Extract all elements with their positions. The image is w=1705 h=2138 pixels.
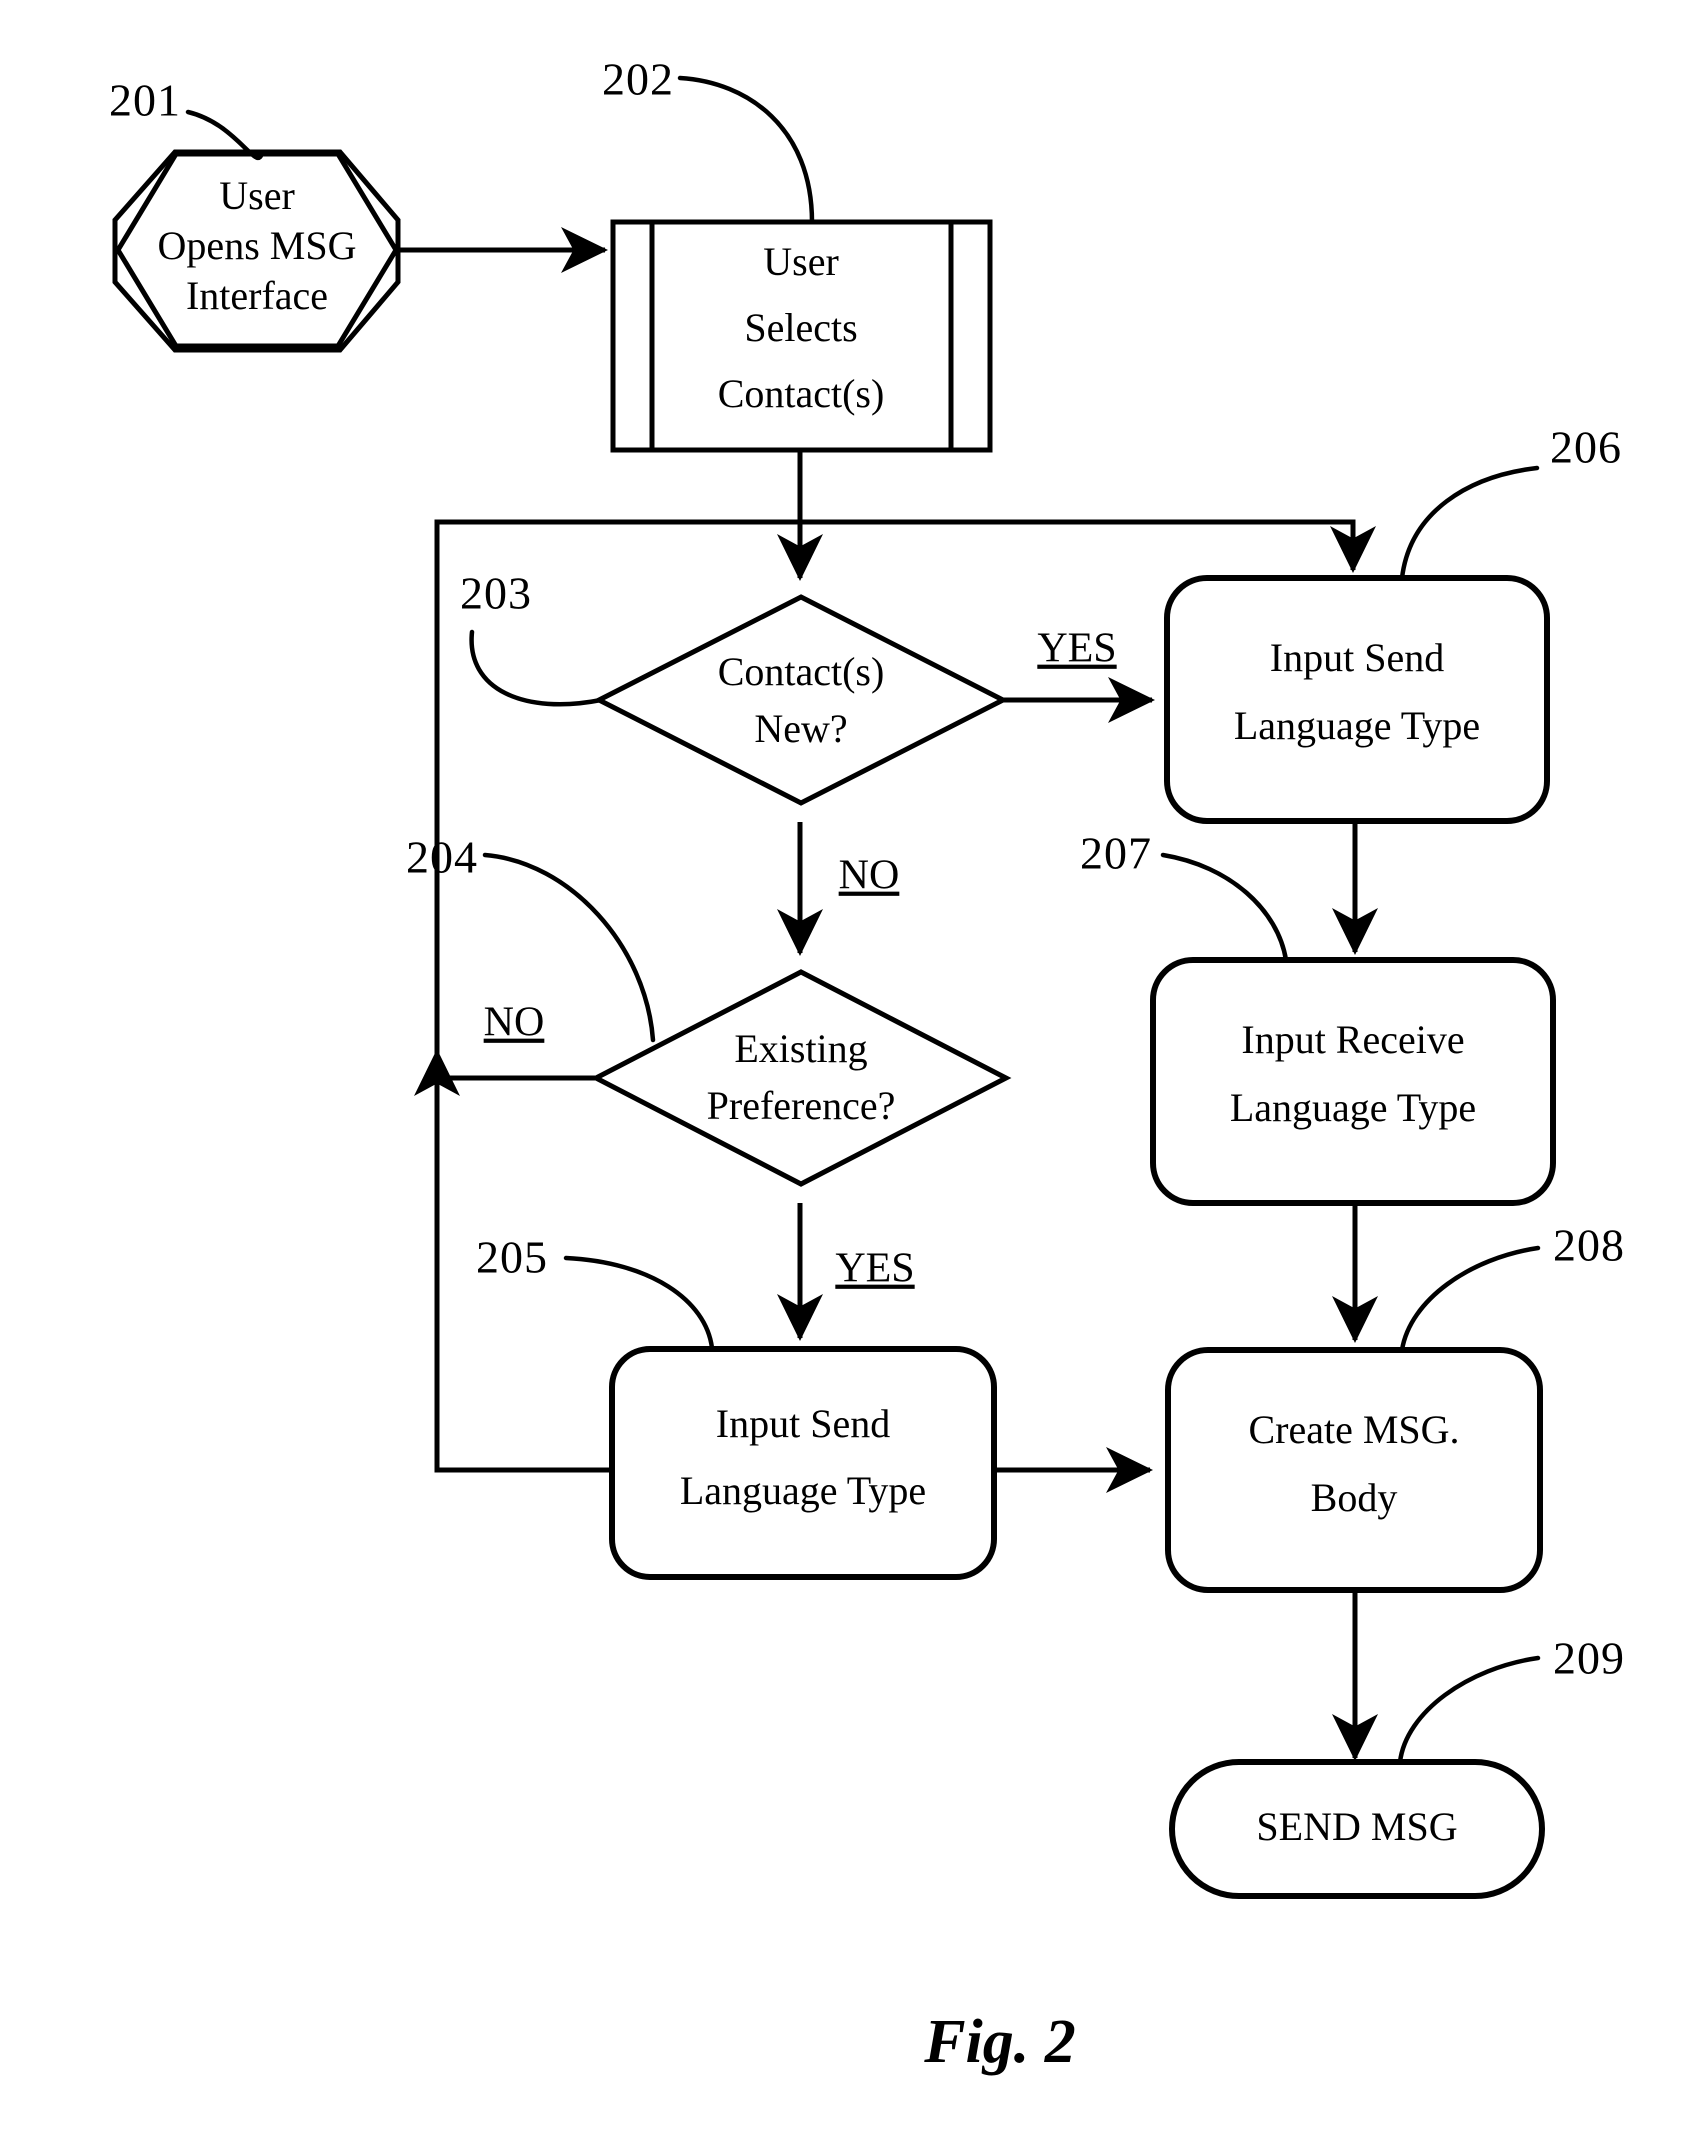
node-209-label: SEND MSG xyxy=(1256,1804,1457,1849)
rounded-rect-shape xyxy=(1165,1347,1543,1593)
node-204-line-2: Preference? xyxy=(707,1083,896,1128)
node-206-line-1: Input Send xyxy=(1270,635,1444,680)
figure-container: User Opens MSG Interface 201 User Select… xyxy=(0,0,1705,2138)
node-208-line-1: Create MSG. xyxy=(1248,1407,1459,1452)
rounded-rect-shape xyxy=(609,1346,997,1580)
node-203-line-1: Contact(s) xyxy=(718,649,885,694)
node-207-input-receive-language-type[interactable]: Input Receive Language Type xyxy=(1150,957,1556,1206)
ref-number-208: 208 xyxy=(1553,1220,1625,1271)
ref-callout-203: 203 xyxy=(460,568,604,707)
ref-callout-207: 207 xyxy=(1080,828,1289,963)
node-207-line-2: Language Type xyxy=(1230,1085,1476,1130)
node-202-user-selects-contacts[interactable]: User Selects Contact(s) xyxy=(610,219,993,453)
edge-label-no-203: NO xyxy=(839,853,900,899)
node-203-contacts-new-decision[interactable]: Contact(s) New? xyxy=(593,594,1009,806)
node-209-send-msg-terminal[interactable]: SEND MSG xyxy=(1169,1759,1545,1899)
ref-number-201: 201 xyxy=(109,75,181,126)
ref-number-203: 203 xyxy=(460,568,532,619)
ref-number-209: 209 xyxy=(1553,1633,1625,1684)
ref-number-206: 206 xyxy=(1550,422,1622,473)
flowchart-diagram: User Opens MSG Interface 201 User Select… xyxy=(109,54,1625,2077)
ref-callout-206: 206 xyxy=(1399,422,1622,581)
node-204-existing-preference-decision[interactable]: Existing Preference? xyxy=(590,969,1012,1187)
ref-callout-202: 202 xyxy=(602,54,815,225)
leader-line-209 xyxy=(1397,1655,1541,1765)
node-205-line-2: Language Type xyxy=(680,1468,926,1513)
leader-line-208 xyxy=(1399,1245,1541,1353)
ref-callout-205: 205 xyxy=(476,1232,715,1351)
node-208-line-2: Body xyxy=(1311,1475,1398,1520)
node-201-user-opens-msg-interface[interactable]: User Opens MSG Interface xyxy=(112,149,401,353)
node-201-line-2: Opens MSG xyxy=(158,223,357,268)
node-202-line-2: Selects xyxy=(744,305,857,350)
node-201-line-3: Interface xyxy=(186,273,328,318)
leader-line-206 xyxy=(1399,465,1540,581)
diamond-shape xyxy=(590,969,1012,1187)
leader-line-205 xyxy=(563,1255,715,1351)
edge-label-yes-203: YES xyxy=(1037,626,1116,672)
node-205-input-send-language-type[interactable]: Input Send Language Type xyxy=(609,1346,997,1580)
diamond-shape xyxy=(593,594,1009,806)
node-202-line-1: User xyxy=(763,239,839,284)
rounded-rect-shape xyxy=(1150,957,1556,1206)
ref-number-207: 207 xyxy=(1080,828,1152,879)
edge-label-yes-204: YES xyxy=(835,1246,914,1292)
node-204-line-1: Existing xyxy=(734,1026,867,1071)
leader-line-207 xyxy=(1160,852,1289,963)
node-206-line-2: Language Type xyxy=(1234,703,1480,748)
node-203-line-2: New? xyxy=(754,706,847,751)
ref-callout-208: 208 xyxy=(1399,1220,1625,1353)
node-202-line-3: Contact(s) xyxy=(718,371,885,416)
figure-caption: Fig. 2 xyxy=(923,2008,1076,2076)
node-201-line-1: User xyxy=(219,173,295,218)
node-208-create-msg-body[interactable]: Create MSG. Body xyxy=(1165,1347,1543,1593)
rounded-rect-shape xyxy=(1164,575,1550,824)
node-207-line-1: Input Receive xyxy=(1241,1017,1464,1062)
ref-callout-201: 201 xyxy=(109,75,265,161)
ref-number-205: 205 xyxy=(476,1232,548,1283)
ref-callout-209: 209 xyxy=(1397,1633,1625,1765)
leader-line-202 xyxy=(677,75,815,225)
node-206-input-send-language-type[interactable]: Input Send Language Type xyxy=(1164,575,1550,824)
edge-label-no-204: NO xyxy=(484,1000,545,1046)
ref-number-204: 204 xyxy=(406,832,478,883)
ref-number-202: 202 xyxy=(602,54,674,105)
edge-204-no-to-rail xyxy=(414,1048,595,1096)
node-205-line-1: Input Send xyxy=(716,1401,890,1446)
leader-line-203 xyxy=(469,629,604,707)
